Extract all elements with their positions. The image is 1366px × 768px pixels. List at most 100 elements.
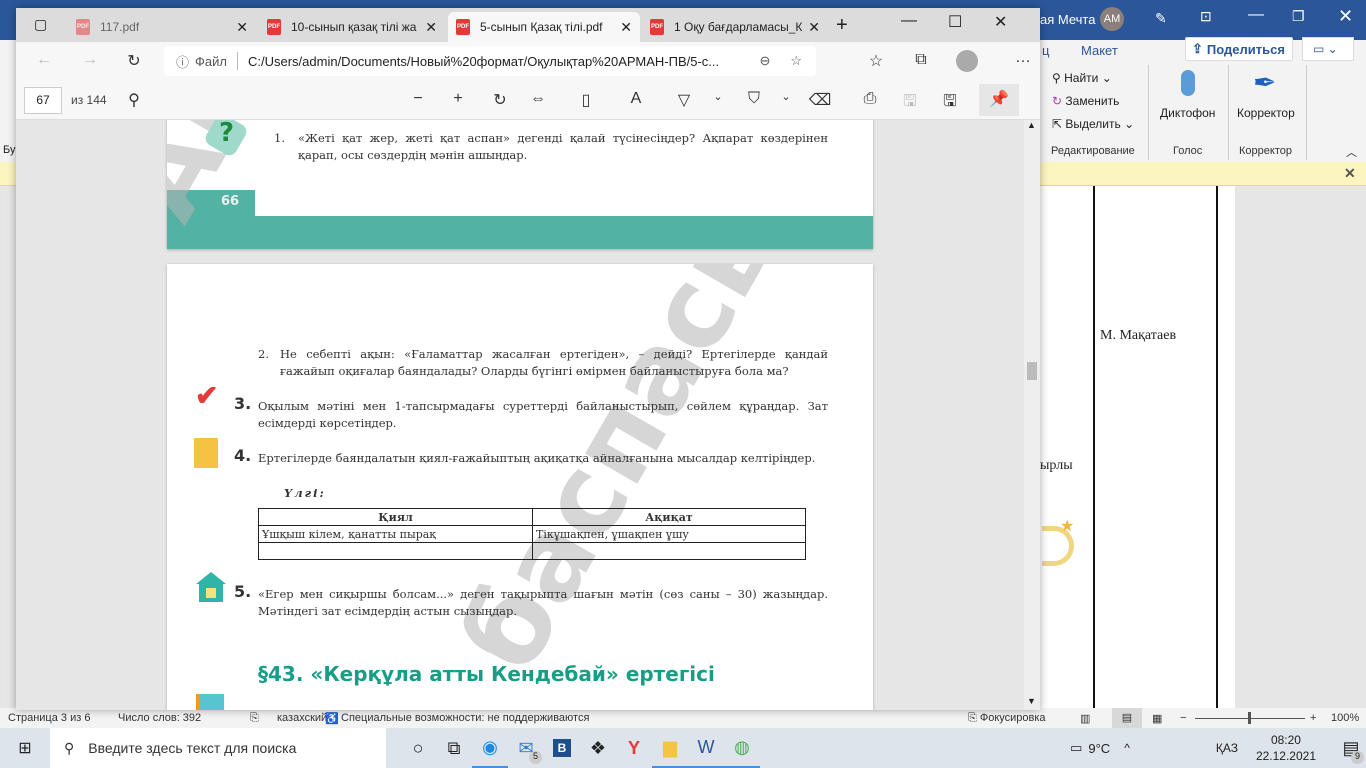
edge-app-icon[interactable]: ◉ xyxy=(472,728,508,768)
forward-button[interactable]: → xyxy=(78,51,102,69)
page-view-icon[interactable]: ▯ xyxy=(574,90,598,110)
read-mode-icon[interactable]: ▥ xyxy=(1080,712,1090,725)
highlight-dropdown-icon[interactable]: ⌄ xyxy=(774,90,798,103)
zoom-out-button[interactable]: − xyxy=(1180,712,1186,724)
chrome-app-icon[interactable]: ◍ xyxy=(724,728,760,768)
notifications-icon[interactable]: ▤ 9 xyxy=(1336,728,1366,768)
print-icon[interactable]: ⎙ xyxy=(858,90,882,108)
word-app-icon[interactable]: W xyxy=(688,728,724,768)
zoom-out-button[interactable]: − xyxy=(406,90,430,108)
share-button[interactable]: ⇪ Поделиться xyxy=(1185,37,1293,61)
tab-10-synyp[interactable]: PDF 10-сынып қазақ тілі жа ✕ xyxy=(259,12,445,42)
collapse-ribbon-icon[interactable]: ︿ xyxy=(1346,144,1357,160)
add-favorite-icon[interactable]: ☆ xyxy=(790,53,802,69)
zoom-level[interactable]: 100% xyxy=(1331,712,1359,724)
info-icon[interactable]: ⓘ xyxy=(176,52,189,71)
question-mark: ? xyxy=(219,120,235,148)
tab-actions-icon[interactable]: ▢ xyxy=(34,16,47,33)
taskbar-search-input[interactable]: ⚲ Введите здесь текст для поиска xyxy=(50,728,386,768)
close-message-icon[interactable]: ✕ xyxy=(1344,165,1356,182)
close-tab-icon[interactable]: ✕ xyxy=(425,19,437,36)
weather-icon[interactable]: ▭ xyxy=(1070,740,1082,756)
favorites-icon[interactable]: ☆ xyxy=(864,51,888,71)
pen-icon[interactable]: ✎ xyxy=(1155,10,1167,27)
zoom-in-button[interactable]: + xyxy=(1310,712,1316,724)
close-tab-icon[interactable]: ✕ xyxy=(236,19,248,36)
yandex-app-icon[interactable]: Y xyxy=(616,728,652,768)
replace-button[interactable]: ↻ Заменить xyxy=(1052,94,1119,108)
refresh-button[interactable]: ↻ xyxy=(122,51,146,71)
minimize-button[interactable]: — xyxy=(901,12,917,30)
microphone-icon[interactable] xyxy=(1181,70,1195,96)
dropbox-app-icon[interactable]: ❖ xyxy=(580,728,616,768)
avatar[interactable]: АМ xyxy=(1100,7,1124,31)
web-layout-icon[interactable]: ▦ xyxy=(1152,712,1162,725)
task-view-icon[interactable]: ⧉ xyxy=(436,728,472,768)
rotate-icon[interactable]: ↻ xyxy=(488,90,512,110)
mail-app-icon[interactable]: ✉ 5 xyxy=(508,728,544,768)
left-partial-label: Бу xyxy=(3,144,16,156)
find-button[interactable]: ⚲ Найти ⌄ xyxy=(1052,71,1112,85)
pin-toolbar-button[interactable]: 📌 xyxy=(979,84,1019,116)
file-explorer-icon[interactable]: ▆ xyxy=(652,728,688,768)
highlight-icon[interactable]: ⛉ xyxy=(742,90,766,108)
close-tab-icon[interactable]: ✕ xyxy=(620,19,632,36)
page-number-input[interactable]: 67 xyxy=(24,87,62,114)
cortana-icon[interactable]: ○ xyxy=(400,728,436,768)
new-tab-button[interactable]: + xyxy=(836,14,848,37)
draw-icon[interactable]: ▽ xyxy=(672,90,696,110)
status-accessibility[interactable]: Специальные возможности: не поддерживают… xyxy=(341,712,589,724)
status-words[interactable]: Число слов: 392 xyxy=(118,712,201,724)
tray-chevron-icon[interactable]: ^ xyxy=(1124,741,1130,755)
save-icon[interactable]: 🖫 xyxy=(898,90,922,117)
tab-5-synyp[interactable]: PDF 5-сынып Қазақ тілі.pdf ✕ xyxy=(448,12,640,42)
zoom-slider-thumb[interactable] xyxy=(1248,712,1251,724)
scrollbar-thumb[interactable] xyxy=(1027,362,1037,380)
zoom-in-button[interactable]: + xyxy=(446,90,470,108)
status-page[interactable]: Страница 3 из 6 xyxy=(8,712,90,724)
doc-text-partial: ырлы xyxy=(1040,458,1073,473)
clock[interactable]: 08:20 22.12.2021 xyxy=(1256,732,1316,764)
zoom-slider[interactable] xyxy=(1195,712,1305,724)
more-menu-icon[interactable]: … xyxy=(1011,49,1035,67)
select-button[interactable]: ⇱ Выделить ⌄ xyxy=(1052,117,1134,131)
dictate-button[interactable]: Диктофон xyxy=(1160,106,1215,120)
read-aloud-icon[interactable]: A xyxy=(624,90,648,108)
scroll-up-icon[interactable]: ▲ xyxy=(1027,120,1036,130)
proofing-icon[interactable]: ⎘ xyxy=(250,712,259,725)
status-language[interactable]: казахский xyxy=(277,712,327,724)
close-tab-icon[interactable]: ✕ xyxy=(808,19,820,36)
minimize-button[interactable]: — xyxy=(1248,6,1264,24)
print-layout-icon[interactable]: ▤ xyxy=(1112,708,1142,728)
editor-button[interactable]: Корректор xyxy=(1237,106,1295,120)
zoom-icon[interactable]: ⊖ xyxy=(759,53,770,69)
save-as-icon[interactable]: 🖫 xyxy=(938,90,962,117)
tab-layout[interactable]: Макет xyxy=(1081,43,1118,58)
collections-icon[interactable]: ⧉ xyxy=(909,51,933,69)
tab-partial[interactable]: ц xyxy=(1042,43,1049,58)
draw-dropdown-icon[interactable]: ⌄ xyxy=(706,90,730,103)
focus-button[interactable]: ⎘ Фокусировка xyxy=(968,712,1046,725)
profile-icon[interactable] xyxy=(956,50,978,72)
comments-button[interactable]: ▭ ⌄ xyxy=(1302,37,1354,61)
maximize-button[interactable]: ☐ xyxy=(948,12,962,32)
bookmate-app-icon[interactable]: B xyxy=(544,728,580,768)
restore-button[interactable]: ❐ xyxy=(1292,8,1305,25)
start-button[interactable]: ⊞ xyxy=(0,728,50,768)
ribbon-display-icon[interactable]: ⊡ xyxy=(1200,8,1212,25)
section-title: §43. «Керқұла атты Кендебай» ертегісі xyxy=(258,662,715,686)
scroll-down-icon[interactable]: ▼ xyxy=(1027,696,1036,706)
address-input[interactable]: ⓘ Файл C:/Users/admin/Documents/Новый%20… xyxy=(164,46,816,76)
input-language[interactable]: ҚАЗ xyxy=(1216,741,1238,755)
close-button[interactable]: ✕ xyxy=(1338,6,1353,27)
back-button[interactable]: ← xyxy=(32,51,56,69)
search-icon[interactable]: ⚲ xyxy=(122,90,146,110)
tab-117[interactable]: PDF 117.pdf ✕ xyxy=(68,12,256,42)
pdf-scrollbar[interactable]: ▲ ▼ xyxy=(1024,120,1040,710)
group-voice-label: Голос xyxy=(1173,145,1203,157)
eraser-icon[interactable]: ⌫ xyxy=(808,90,832,110)
tab-oku-bagdarlamasy[interactable]: PDF 1 Оқу бағдарламасы_К ✕ xyxy=(642,12,828,42)
close-window-button[interactable]: ✕ xyxy=(994,12,1007,32)
fit-width-icon[interactable]: ⇔ xyxy=(526,90,550,108)
weather-temp[interactable]: 9°C xyxy=(1088,741,1110,756)
